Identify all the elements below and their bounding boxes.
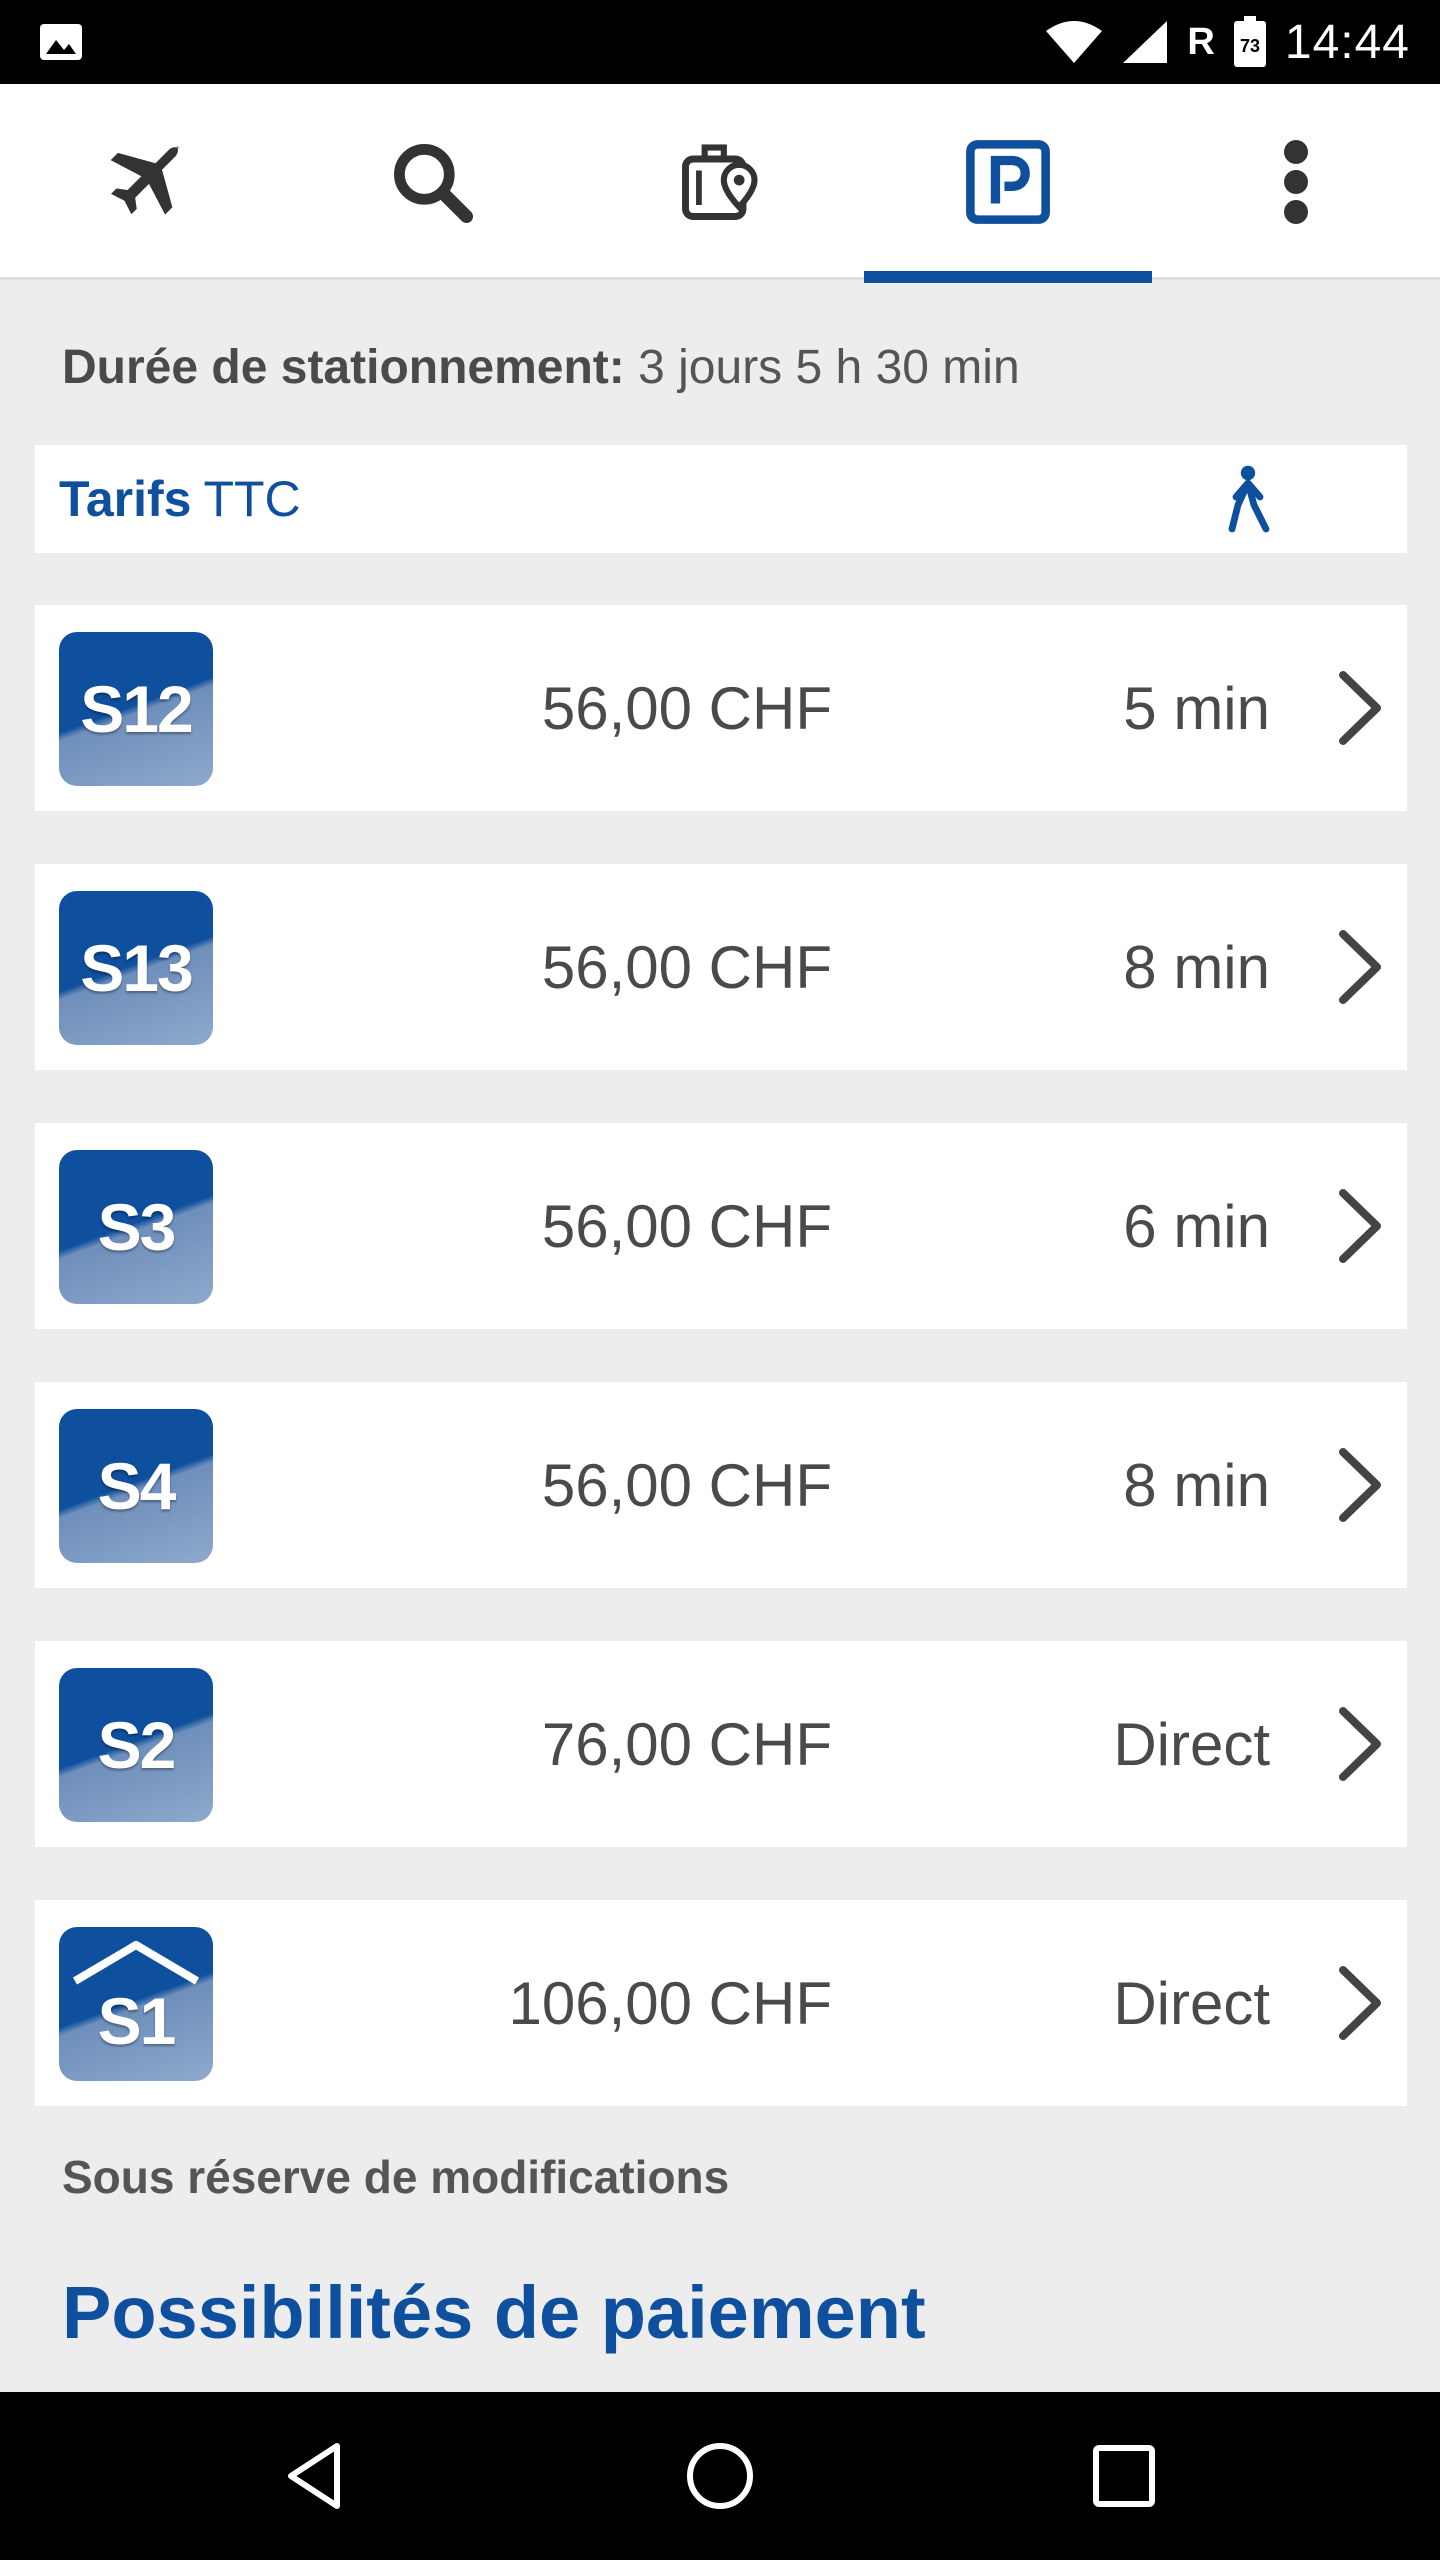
walking-time: 8 min: [1123, 933, 1270, 1001]
parking-icon: [966, 140, 1050, 224]
walking-time: 5 min: [1123, 674, 1270, 742]
back-icon[interactable]: [275, 2434, 359, 2518]
tab-luggage[interactable]: [576, 84, 864, 280]
roaming-indicator: R: [1187, 20, 1215, 63]
more-vert-icon: [1284, 140, 1308, 224]
wifi-icon: [1046, 21, 1103, 63]
chevron-right-icon: [1339, 1448, 1381, 1522]
parking-badge: S1: [59, 1927, 213, 2081]
parking-badge: S4: [59, 1409, 213, 1563]
parking-badge: S2: [59, 1668, 213, 1822]
duration-label: Durée de stationnement:: [62, 341, 625, 394]
recents-icon[interactable]: [1082, 2434, 1166, 2518]
chevron-right-icon: [1339, 1189, 1381, 1263]
gallery-icon: [40, 24, 82, 60]
top-navigation: [0, 84, 1440, 283]
parking-badge: S3: [59, 1150, 213, 1304]
clock: 14:44: [1284, 15, 1410, 69]
duration-value: 3 jours 5 h 30 min: [638, 341, 1020, 394]
parking-row-s4[interactable]: S4 56,00 CHF 8 min: [35, 1382, 1407, 1588]
parking-price: 106,00 CHF: [508, 1969, 833, 2037]
parking-badge: S13: [59, 891, 213, 1045]
parking-code: S1: [97, 1984, 177, 2058]
pedestrian-icon: [1228, 465, 1270, 533]
tab-flights[interactable]: [0, 84, 288, 280]
chevron-right-icon: [1339, 930, 1381, 1004]
home-icon[interactable]: [678, 2434, 762, 2518]
airplane-icon: [110, 144, 181, 215]
parking-code: S2: [97, 1708, 177, 1782]
chevron-right-icon: [1339, 1966, 1381, 2040]
parking-code: S3: [97, 1190, 177, 1264]
walking-time: Direct: [1113, 1710, 1270, 1778]
walking-time: Direct: [1113, 1969, 1270, 2037]
luggage-location-icon: [682, 144, 758, 220]
parking-row-s3[interactable]: S3 56,00 CHF 6 min: [35, 1123, 1407, 1329]
parking-row-s13[interactable]: S13 56,00 CHF 8 min: [35, 864, 1407, 1070]
parking-code: S12: [80, 672, 193, 746]
parking-row-s1[interactable]: S1 106,00 CHF Direct: [35, 1900, 1407, 2106]
more-options-button[interactable]: [1152, 84, 1440, 280]
walking-time: 6 min: [1123, 1192, 1270, 1260]
cell-signal-icon: [1123, 21, 1168, 63]
walking-time: 8 min: [1123, 1451, 1270, 1519]
battery-icon: 73: [1233, 16, 1266, 67]
tarifs-header: Tarifs TTC: [35, 445, 1407, 553]
chevron-right-icon: [1339, 671, 1381, 745]
tab-parking[interactable]: [864, 84, 1152, 283]
parking-row-s12[interactable]: S12 56,00 CHF 5 min: [35, 605, 1407, 811]
parking-row-s2[interactable]: S2 76,00 CHF Direct: [35, 1641, 1407, 1847]
tarifs-label: Tarifs: [59, 471, 192, 527]
parking-price: 56,00 CHF: [541, 933, 832, 1001]
parking-duration: Durée de stationnement: 3 jours 5 h 30 m…: [62, 340, 1020, 395]
tarifs-ttc-label: TTC: [203, 471, 301, 527]
status-bar: R 73 14:44: [0, 0, 1440, 84]
disclaimer-note: Sous réserve de modifications: [62, 2151, 730, 2203]
chevron-right-icon: [1339, 1707, 1381, 1781]
parking-code: S4: [97, 1449, 177, 1523]
parking-code: S13: [80, 931, 193, 1005]
battery-level: 73: [1240, 36, 1260, 56]
parking-price: 76,00 CHF: [541, 1710, 832, 1778]
parking-badge: S12: [59, 632, 213, 786]
system-navigation-bar: [0, 2392, 1440, 2560]
covered-roof-icon: [72, 1941, 200, 1985]
tab-search[interactable]: [288, 84, 576, 280]
parking-price: 56,00 CHF: [541, 1192, 832, 1260]
parking-price: 56,00 CHF: [541, 674, 832, 742]
search-icon: [394, 144, 474, 224]
parking-price: 56,00 CHF: [541, 1451, 832, 1519]
payment-options-heading: Possibilités de paiement: [62, 2271, 926, 2354]
